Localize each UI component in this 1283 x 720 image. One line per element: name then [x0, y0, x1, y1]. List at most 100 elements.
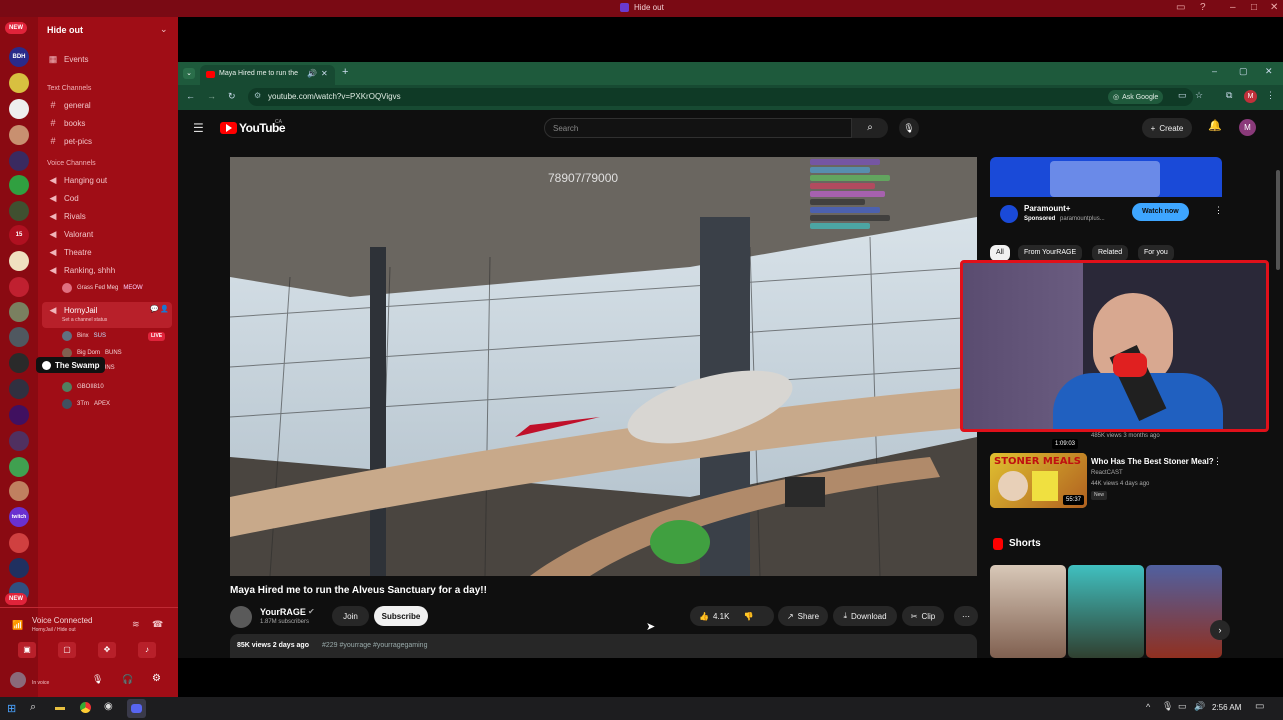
- settings-gear-icon[interactable]: ⚙: [152, 673, 161, 684]
- server-icon[interactable]: [9, 353, 29, 373]
- server-icon[interactable]: [9, 201, 29, 221]
- bookmark-star-icon[interactable]: ☆: [1195, 90, 1203, 101]
- video-player[interactable]: 78907/79000: [230, 157, 977, 576]
- scrollbar-thumb[interactable]: [1276, 170, 1280, 270]
- download-button[interactable]: ⤓ Download: [833, 606, 897, 626]
- server-icon[interactable]: [9, 302, 29, 322]
- account-avatar[interactable]: M: [1239, 119, 1256, 136]
- close-tab-icon[interactable]: ✕: [321, 69, 328, 78]
- short-thumbnail[interactable]: [1146, 565, 1222, 658]
- like-icon[interactable]: 👍: [699, 612, 709, 621]
- minimize-icon[interactable]: –: [1212, 66, 1217, 76]
- browser-tab[interactable]: Maya Hired me to run the 🔊 ✕: [200, 65, 335, 85]
- channel-name[interactable]: YourRAGE: [260, 607, 306, 617]
- maximize-icon[interactable]: □: [1251, 2, 1257, 13]
- audio-playing-icon[interactable]: 🔊: [307, 69, 317, 78]
- events-item[interactable]: ▦ Events: [48, 54, 89, 65]
- app-icon[interactable]: ◉: [104, 701, 113, 712]
- activities-button[interactable]: ✥: [98, 642, 116, 658]
- chrome-icon[interactable]: [80, 702, 91, 713]
- text-channels-header[interactable]: Text Channels: [47, 85, 91, 92]
- screenshare-button[interactable]: ▢: [58, 642, 76, 658]
- server-icon[interactable]: [9, 327, 29, 347]
- video-menu-icon[interactable]: ⋮: [1213, 456, 1222, 467]
- search-input[interactable]: Search: [544, 118, 852, 138]
- voice-channel[interactable]: ◀ Ranking, shhh: [48, 265, 116, 276]
- site-info-icon[interactable]: ⚙: [254, 91, 261, 100]
- description-box[interactable]: 85K views 2 days ago #229 #yourrage #you…: [230, 634, 977, 658]
- signal-icon[interactable]: 📶: [12, 620, 23, 631]
- microphone-icon[interactable]: 🎙: [1162, 701, 1173, 712]
- extensions-icon[interactable]: ⧉: [1226, 90, 1232, 101]
- server-icon[interactable]: [9, 431, 29, 451]
- server-icon-15[interactable]: 15: [9, 225, 29, 245]
- url-field[interactable]: ⚙ youtube.com/watch?v=PXKrOQVigvs: [248, 88, 1193, 106]
- voice-user[interactable]: Grass Fed Meg MEOW: [62, 283, 143, 293]
- server-icon[interactable]: [9, 99, 29, 119]
- watch-now-button[interactable]: Watch now: [1132, 203, 1189, 221]
- server-icon[interactable]: [9, 457, 29, 477]
- reload-icon[interactable]: ↻: [228, 91, 236, 102]
- server-icon[interactable]: [9, 558, 29, 578]
- clip-button[interactable]: ✂ Clip: [902, 606, 944, 626]
- menu-kebab-icon[interactable]: ⋮: [1266, 90, 1275, 101]
- ad-card[interactable]: Paramount+ Sponsored paramountplus... Wa…: [990, 197, 1223, 235]
- voice-channel-hornyjail-label[interactable]: ◀ HornyJail: [48, 305, 98, 316]
- more-actions-icon[interactable]: ⋯: [954, 606, 978, 626]
- search-icon[interactable]: ⌕: [852, 118, 888, 138]
- soundboard-button[interactable]: ♪: [138, 642, 156, 658]
- like-count[interactable]: 4.1K: [713, 612, 729, 621]
- server-icon[interactable]: [9, 481, 29, 501]
- short-thumbnail[interactable]: [990, 565, 1066, 658]
- chip-related[interactable]: Related: [1092, 245, 1129, 261]
- channel-avatar[interactable]: [230, 606, 252, 628]
- chip-all[interactable]: All: [990, 245, 1010, 261]
- user-avatar[interactable]: [10, 672, 26, 688]
- close-icon[interactable]: ✕: [1270, 2, 1278, 13]
- video-thumbnail[interactable]: STONER MEALS 55:37: [990, 453, 1087, 508]
- channel-status[interactable]: Set a channel status: [62, 317, 107, 323]
- server-icon-twitch[interactable]: twitch: [9, 507, 29, 527]
- server-icon[interactable]: [9, 405, 29, 425]
- microphone-icon[interactable]: 🎙: [92, 674, 103, 685]
- server-icon[interactable]: [9, 125, 29, 145]
- channel-pet-pics[interactable]: # pet-pics: [48, 136, 92, 146]
- tab-list-button[interactable]: ⌄: [183, 68, 195, 79]
- subscribe-button[interactable]: Subscribe: [374, 606, 428, 626]
- notifications-bell-icon[interactable]: 🔔: [1208, 119, 1222, 132]
- chat-icon[interactable]: 💬: [150, 305, 159, 313]
- create-button[interactable]: + Create: [1142, 118, 1192, 138]
- voice-channel[interactable]: ◀ Rivals: [48, 211, 86, 222]
- server-icon[interactable]: BDH: [9, 47, 29, 67]
- channel-general[interactable]: # general: [48, 100, 90, 110]
- voice-user[interactable]: 3Tm APEX: [62, 399, 110, 409]
- server-icon[interactable]: [9, 73, 29, 93]
- ask-google-button[interactable]: ◎ Ask Google: [1108, 90, 1164, 104]
- discord-taskbar-button[interactable]: [127, 699, 146, 718]
- voice-channel[interactable]: ◀ Theatre: [48, 247, 92, 258]
- network-icon[interactable]: ▭: [1178, 701, 1187, 712]
- profile-avatar[interactable]: M: [1244, 90, 1257, 103]
- youtube-logo-icon[interactable]: [220, 122, 237, 134]
- file-explorer-icon[interactable]: ▬: [55, 702, 65, 713]
- invite-icon[interactable]: 👤: [160, 305, 169, 313]
- clock[interactable]: 2:56 AM: [1212, 703, 1241, 712]
- volume-icon[interactable]: 🔊: [1194, 701, 1205, 712]
- maximize-icon[interactable]: ▢: [1239, 66, 1248, 77]
- server-icon[interactable]: [9, 151, 29, 171]
- noise-suppression-icon[interactable]: ≋: [132, 619, 140, 630]
- headphones-icon[interactable]: 🎧: [122, 674, 133, 685]
- cast-icon[interactable]: ▭: [1178, 90, 1187, 101]
- video-title[interactable]: Who Has The Best Stoner Meal?: [1091, 457, 1214, 466]
- chevron-right-icon[interactable]: ›: [1210, 620, 1230, 640]
- chip-for-you[interactable]: For you: [1138, 245, 1174, 261]
- server-icon[interactable]: [9, 379, 29, 399]
- voice-location[interactable]: HornyJail / Hide out: [32, 627, 76, 633]
- channel-books[interactable]: # books: [48, 118, 85, 128]
- server-name[interactable]: Hide out: [47, 25, 83, 35]
- dislike-icon[interactable]: 👎: [743, 612, 753, 621]
- short-thumbnail[interactable]: [1068, 565, 1144, 658]
- voice-channels-header[interactable]: Voice Channels: [47, 160, 96, 167]
- chip-from-channel[interactable]: From YourRAGE: [1018, 245, 1083, 261]
- windows-start-icon[interactable]: ⊞: [7, 702, 16, 715]
